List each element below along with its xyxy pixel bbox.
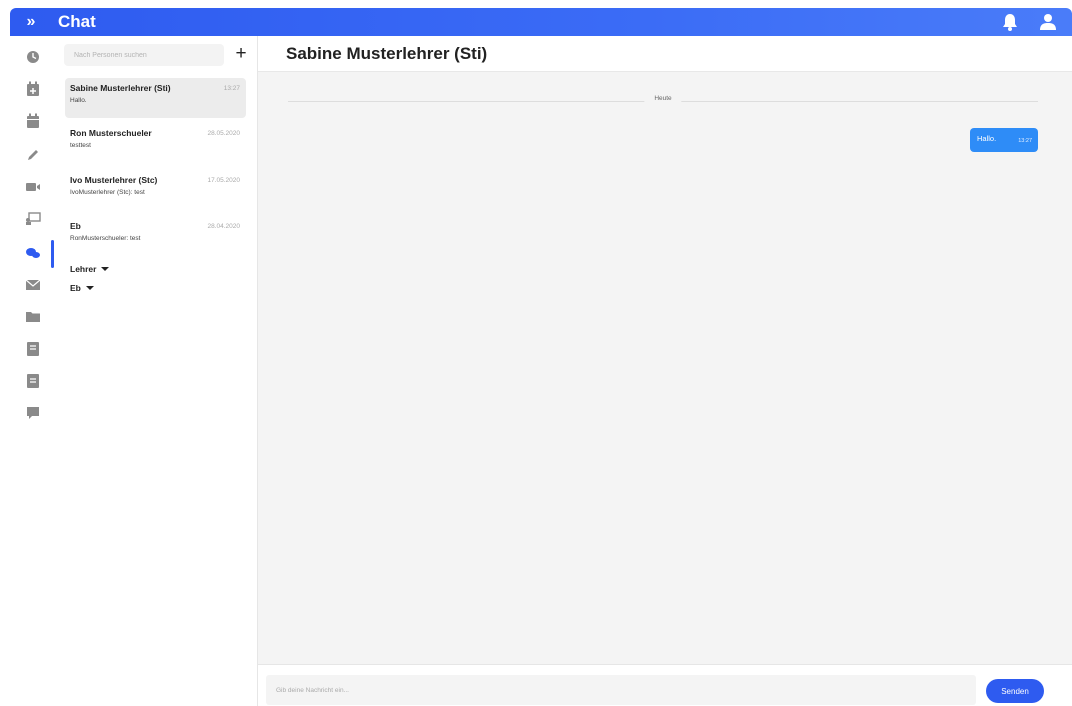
day-separator: Heute — [288, 94, 1038, 108]
conversation-list: + Sabine Musterlehrer (Sti) 13:27 Hallo.… — [56, 36, 258, 706]
calendar-icon[interactable] — [10, 106, 56, 136]
top-bar: » Chat — [10, 8, 1072, 36]
calendar-add-icon[interactable] — [10, 74, 56, 104]
user-icon[interactable] — [1038, 12, 1058, 32]
add-conversation-button[interactable]: + — [232, 42, 250, 66]
nav-rail — [10, 36, 56, 706]
conversation-name: Ivo Musterlehrer (Stc) — [70, 175, 158, 185]
app-title: Chat — [58, 12, 96, 31]
conversation-time: 28.04.2020 — [207, 223, 240, 230]
group-toggle-lehrer[interactable]: Lehrer — [70, 264, 110, 274]
conversation-item[interactable]: Sabine Musterlehrer (Sti) 13:27 Hallo. — [65, 78, 246, 118]
conversation-item[interactable]: Ron Musterschueler 28.05.2020 testtest — [65, 123, 246, 163]
bell-icon[interactable] — [1000, 12, 1020, 32]
group-label: Lehrer — [70, 264, 97, 274]
group-label: Eb — [70, 283, 81, 293]
conversation-item[interactable]: Ivo Musterlehrer (Stc) 17.05.2020 IvoMus… — [65, 170, 246, 210]
chat-panel: Sabine Musterlehrer (Sti) Heute Hallo. 1… — [258, 36, 1072, 706]
mail-icon[interactable] — [10, 270, 56, 300]
conversation-item[interactable]: Eb 28.04.2020 RonMusterschueler: test — [65, 216, 246, 256]
search-input[interactable] — [64, 44, 224, 66]
conversation-preview: Hallo. — [70, 97, 87, 104]
conversation-time: 17.05.2020 — [207, 177, 240, 184]
message-bubble: Hallo. 13:27 — [970, 128, 1038, 152]
expand-menu-icon[interactable]: » — [10, 8, 52, 36]
caret-down-icon — [85, 286, 94, 290]
conversation-name: Ron Musterschueler — [70, 128, 152, 138]
group-toggle-eb[interactable]: Eb — [70, 283, 94, 293]
message-input[interactable] — [266, 675, 976, 705]
send-button[interactable]: Senden — [986, 679, 1044, 703]
presentation-icon[interactable] — [10, 204, 56, 234]
day-label: Heute — [644, 95, 682, 102]
conversation-name: Sabine Musterlehrer (Sti) — [70, 83, 171, 93]
clock-icon[interactable] — [10, 42, 56, 72]
chat-title: Sabine Musterlehrer (Sti) — [286, 44, 488, 63]
pencil-icon[interactable] — [10, 140, 56, 170]
book-icon[interactable] — [10, 366, 56, 396]
chat-icon[interactable] — [10, 238, 56, 268]
message-time: 13:27 — [1018, 138, 1032, 144]
caret-down-icon — [101, 267, 110, 271]
conversation-name: Eb — [70, 221, 81, 231]
conversation-time: 13:27 — [223, 85, 240, 92]
folder-icon[interactable] — [10, 302, 56, 332]
comment-icon[interactable] — [10, 398, 56, 428]
conversation-time: 28.05.2020 — [207, 130, 240, 137]
video-icon[interactable] — [10, 172, 56, 202]
chat-header: Sabine Musterlehrer (Sti) — [258, 36, 1072, 72]
conversation-preview: testtest — [70, 142, 91, 149]
conversation-preview: RonMusterschueler: test — [70, 235, 141, 242]
conversation-preview: IvoMusterlehrer (Stc): test — [70, 189, 145, 196]
notebook-icon[interactable] — [10, 334, 56, 364]
message-composer: Senden — [258, 664, 1072, 706]
message-text: Hallo. — [977, 134, 997, 143]
